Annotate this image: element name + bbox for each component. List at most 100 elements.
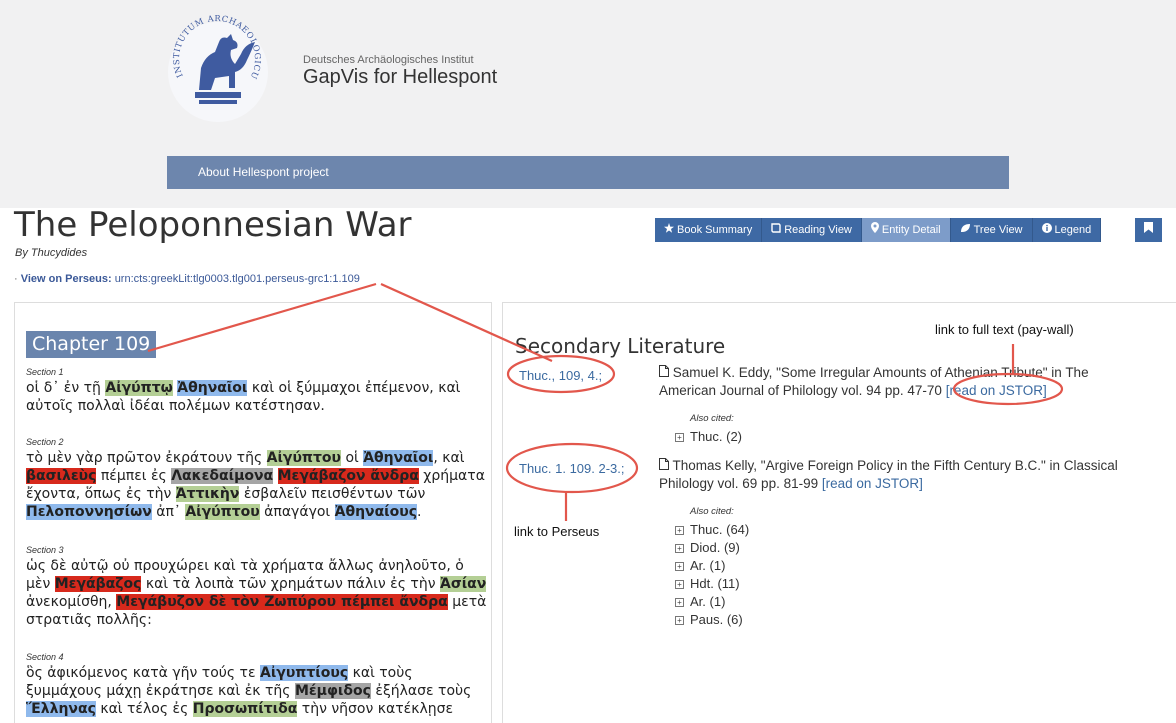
citation-link-2[interactable]: Thuc. 1. 109. 2-3.; — [519, 461, 625, 476]
greek-text-line: ὡς δὲ αὐτῷ οὐ προυχώρει καὶ τὰ χρήματα ἄ… — [26, 557, 476, 575]
view-button-label: Tree View — [973, 224, 1023, 236]
entity-highlight[interactable]: Μεγάβυζον δὲ τὸν Ζωπύρου πέμπει ἄνδρα — [116, 594, 448, 610]
entity-highlight[interactable]: Προσωπίτιδα — [192, 701, 298, 717]
view-button-label: Entity Detail — [881, 224, 941, 236]
entity-highlight[interactable]: Ἀθηναῖοι — [363, 450, 434, 466]
institute-name: Deutsches Archäologisches Institut — [303, 54, 474, 66]
main-navbar: About Hellespont project — [167, 156, 1009, 189]
greek-text-span: χρήματα — [418, 468, 485, 484]
reading-section: Section 1 οἱ δ᾽ ἐν τῇ Αἰγύπτῳ Ἀθηναῖοι κα… — [26, 365, 476, 415]
view-button-reading-view[interactable]: Reading View — [762, 218, 862, 242]
also-cited-item[interactable]: + Thuc. (2) — [675, 428, 742, 446]
greek-text-line: μὲν Μεγάβαζος καὶ τὰ λοιπὰ τῶν χρημάτων … — [26, 575, 487, 593]
reading-section: Section 2 τὸ μὲν γὰρ πρῶτον ἐκράτουν τῆς … — [26, 435, 485, 521]
about-project-link[interactable]: About Hellespont project — [198, 165, 329, 179]
greek-text-span — [273, 468, 277, 484]
greek-text-span: ἀνεκομίσθη, — [26, 594, 117, 610]
view-button-label: Legend — [1054, 224, 1092, 236]
entity-highlight[interactable]: Μεγάβαζος — [54, 576, 142, 592]
also-cited-label-text: Thuc. (2) — [690, 429, 743, 444]
greek-text-span: τὴν νῆσον κατέκλῃσε — [297, 701, 454, 717]
entity-highlight[interactable]: Αἰγύπτῳ — [105, 380, 173, 396]
greek-text-span: ἐσβαλεῖν πεισθέντων τῶν — [239, 486, 426, 502]
entity-highlight[interactable]: Λακεδαίμονα — [171, 468, 274, 484]
section-label: Section 2 — [26, 437, 64, 447]
also-cited-label: Also cited: — [690, 413, 734, 424]
expand-icon[interactable]: + — [675, 544, 684, 554]
bookmark-button[interactable] — [1135, 218, 1162, 242]
view-button-legend[interactable]: Legend — [1032, 218, 1102, 242]
section-label: Section 1 — [26, 367, 64, 377]
section-label: Section 3 — [26, 545, 64, 555]
greek-text-span: καὶ τέλος ἐς — [95, 701, 193, 717]
secondary-literature-panel: Secondary Literature Thuc., 109, 4.; Sam… — [502, 302, 1176, 723]
document-icon — [659, 458, 673, 473]
dai-logo[interactable]: INSTITUTUM ARCHAEOLOGICUM GERMANICUM — [165, 12, 271, 126]
entity-highlight[interactable]: Μεγάβαζον ἄνδρα — [277, 468, 419, 484]
secondary-heading: Secondary Literature — [515, 334, 726, 358]
greek-text-line: ὃς ἀφικόμενος κατὰ γῆν τούς τε Αἰγυπτίου… — [26, 664, 476, 682]
also-cited-item[interactable]: + Diod. (9) — [675, 539, 740, 557]
greek-text-line: αὐτοῖς πολλαὶ ἰδέαι πολέμων κατέστησαν. — [26, 397, 476, 415]
greek-text-span: οἱ δ᾽ ἐν τῇ — [26, 380, 106, 396]
greek-text-span: οἱ — [341, 450, 364, 466]
greek-text-line: οἱ δ᾽ ἐν τῇ Αἰγύπτῳ Ἀθηναῖοι καὶ οἱ ξύμμ… — [26, 379, 476, 397]
entity-highlight[interactable]: Ἀθηναίους — [334, 504, 418, 520]
greek-text-span: ἐξήλασε τοὺς — [370, 683, 472, 699]
entity-highlight[interactable]: Πελοποννησίων — [26, 504, 152, 520]
map-marker-icon — [870, 222, 879, 236]
entity-highlight[interactable]: Μέμφιδος — [294, 683, 371, 699]
reference-1: Samuel K. Eddy, "Some Irregular Amounts … — [659, 364, 1129, 400]
also-cited-item[interactable]: + Ar. (1) — [675, 557, 725, 575]
perseus-label: View on Perseus: — [20, 273, 112, 285]
also-cited-label-text: Hdt. (11) — [690, 576, 740, 591]
entity-highlight[interactable]: Αἰγύπτου — [266, 450, 341, 466]
expand-icon[interactable]: + — [675, 616, 684, 626]
jstor-link[interactable]: [read on JSTOR] — [822, 476, 923, 491]
greek-text-line: ἀνεκομίσθη, Μεγάβυζον δὲ τὸν Ζωπύρου πέμ… — [26, 593, 486, 611]
greek-text-span: . — [417, 504, 422, 520]
view-button-label: Book Summary — [677, 224, 753, 236]
entity-highlight[interactable]: βασιλεὺς — [26, 468, 97, 484]
also-cited-item[interactable]: + Hdt. (11) — [675, 575, 740, 593]
also-cited-item[interactable]: + Ar. (1) — [675, 593, 725, 611]
greek-text-span: , καὶ — [433, 450, 465, 466]
also-cited-label-text: Ar. (1) — [690, 594, 726, 609]
entity-highlight[interactable]: Ἕλληνας — [26, 701, 96, 717]
citation-link-1[interactable]: Thuc., 109, 4.; — [519, 368, 602, 383]
also-cited-label: Also cited: — [690, 506, 734, 517]
expand-icon[interactable]: + — [675, 598, 684, 608]
entity-highlight[interactable]: Ἀθηναῖοι — [177, 380, 248, 396]
greek-text-span: τὸ μὲν γὰρ πρῶτον ἐκράτουν τῆς — [26, 450, 267, 466]
greek-text-span: πέμπει ἐς — [96, 468, 172, 484]
expand-icon[interactable]: + — [675, 562, 684, 572]
entity-highlight[interactable]: Αἰγύπτου — [185, 504, 260, 520]
also-cited-label-text: Diod. (9) — [690, 540, 740, 555]
expand-icon[interactable]: + — [675, 526, 684, 536]
page-author: By Thucydides — [15, 247, 88, 259]
greek-text-line: βασιλεὺς πέμπει ἐς Λακεδαίμονα Μεγάβαζον… — [26, 467, 485, 485]
info-icon — [1041, 223, 1052, 236]
expand-icon[interactable]: + — [675, 433, 684, 443]
also-cited-item[interactable]: + Thuc. (64) — [675, 521, 749, 539]
greek-text-span: ξυμμάχους μάχῃ ἐκράτησε καὶ ἐκ τῆς — [26, 683, 295, 699]
greek-text-span: ὡς δὲ αὐτῷ οὐ προυχώρει καὶ τὰ χρήματα ἄ… — [26, 558, 464, 574]
greek-text-span: στρατιᾶς πολλῆς: — [26, 612, 152, 628]
view-button-entity-detail[interactable]: Entity Detail — [861, 218, 951, 242]
view-button-book-summary[interactable]: Book Summary — [655, 218, 763, 242]
page-title: The Peloponnesian War — [14, 205, 412, 245]
greek-text-line: τὸ μὲν γὰρ πρῶτον ἐκράτουν τῆς Αἰγύπτου … — [26, 449, 476, 467]
entity-highlight[interactable]: Αἰγυπτίους — [260, 665, 349, 681]
perseus-urn-link[interactable]: urn:cts:greekLit:tlg0003.tlg001.perseus-… — [115, 273, 360, 285]
app-name[interactable]: GapVis for Hellespont — [303, 66, 497, 89]
entity-highlight[interactable]: Ἀττικὴν — [175, 486, 240, 502]
greek-text-span: ἀπαγάγοι — [259, 504, 335, 520]
entity-highlight[interactable]: Ἀσίαν — [439, 576, 487, 592]
perseus-line: · View on Perseus: urn:cts:greekLit:tlg0… — [14, 273, 360, 285]
greek-text-span: ἔχοντα, ὅπως ἐς τὴν — [26, 486, 176, 502]
jstor-link[interactable]: [read on JSTOR] — [946, 383, 1047, 398]
view-button-tree-view[interactable]: Tree View — [950, 218, 1033, 242]
expand-icon[interactable]: + — [675, 580, 684, 590]
section-label: Section 4 — [26, 652, 64, 662]
also-cited-item[interactable]: + Paus. (6) — [675, 611, 743, 629]
